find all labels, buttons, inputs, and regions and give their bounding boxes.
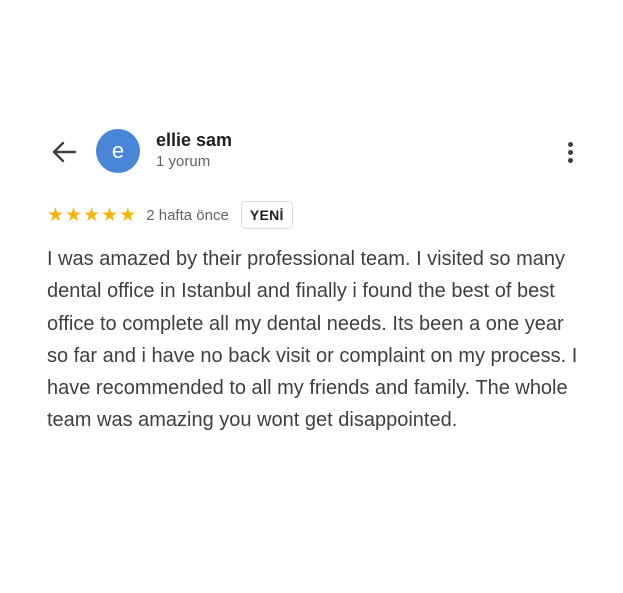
avatar[interactable]: e (96, 129, 140, 173)
star-icon: ★ (101, 203, 119, 226)
reviewer-name[interactable]: ellie sam (156, 130, 232, 151)
back-button[interactable] (46, 136, 82, 168)
star-icon: ★ (47, 203, 65, 226)
star-rating: ★ ★ ★ ★ ★ (47, 203, 137, 226)
more-vertical-icon-dot (567, 157, 573, 163)
star-icon: ★ (119, 203, 137, 226)
more-options-button[interactable] (556, 136, 584, 168)
avatar-letter: e (111, 138, 125, 163)
more-vertical-icon-dot (567, 141, 573, 147)
more-vertical-icon-dot (567, 149, 573, 155)
review-text: I was amazed by their professional team.… (47, 248, 578, 432)
review-date: 2 hafta önce (146, 206, 229, 224)
arrow-left-icon (52, 141, 77, 163)
new-badge: YENİ (240, 201, 293, 229)
star-icon: ★ (65, 203, 83, 226)
review-meta: ★ ★ ★ ★ ★ 2 hafta önce YENİ (47, 201, 293, 229)
review-count: 1 yorum (156, 153, 211, 170)
star-icon: ★ (83, 203, 101, 226)
review-card: e ellie sam 1 yorum ★ ★ ★ ★ ★ 2 hafta önce Y… (0, 0, 623, 593)
